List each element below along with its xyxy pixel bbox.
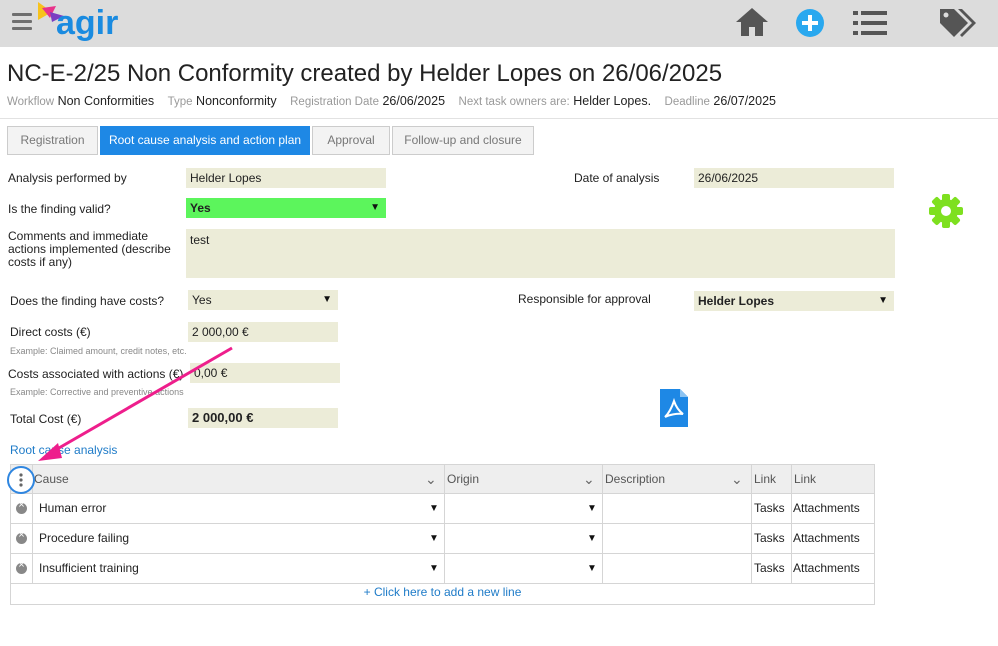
chevron-down-icon: ▼: [322, 294, 332, 305]
analysis-by-field[interactable]: Helder Lopes: [186, 168, 386, 188]
record-meta: Workflow Non Conformities Type Nonconfor…: [7, 94, 786, 108]
table-row: Procedure failing ▼ ▼ Tasks Attachments: [11, 524, 874, 554]
workflow-label: Workflow: [7, 96, 55, 108]
chevron-down-icon[interactable]: ▼: [429, 533, 439, 544]
page-title: NC-E-2/25 Non Conformity created by Held…: [7, 60, 723, 87]
tab-root-cause[interactable]: Root cause analysis and action plan: [100, 126, 310, 155]
table-header: Cause ⌄ Origin ⌄ Description ⌄ Link Link: [11, 465, 874, 494]
has-costs-label: Does the finding have costs?: [10, 294, 165, 308]
tags-icon[interactable]: [938, 7, 976, 37]
has-costs-select[interactable]: Yes ▼: [188, 290, 338, 310]
tasks-link[interactable]: Tasks: [754, 554, 785, 583]
has-costs-value: Yes: [192, 293, 212, 307]
type-value: Nonconformity: [196, 94, 277, 108]
chevron-down-icon: ▼: [878, 295, 888, 306]
logo-text: agir: [56, 4, 119, 42]
divider: [0, 118, 998, 119]
analysis-by-label: Analysis performed by: [8, 171, 127, 185]
date-of-analysis-field[interactable]: 26/06/2025: [694, 168, 894, 188]
responsible-value: Helder Lopes: [698, 294, 775, 308]
cause-select[interactable]: Procedure failing: [39, 524, 129, 553]
column-header-cause[interactable]: Cause: [34, 465, 69, 494]
add-line-button[interactable]: + Click here to add a new line: [11, 585, 874, 599]
comments-label-line: costs if any): [8, 255, 73, 269]
responsible-select[interactable]: Helder Lopes ▼: [694, 291, 894, 311]
finding-valid-value: Yes: [190, 201, 211, 215]
deadline-value: 26/07/2025: [713, 94, 776, 108]
chevron-down-icon[interactable]: ▼: [429, 503, 439, 514]
root-cause-table: Cause ⌄ Origin ⌄ Description ⌄ Link Link…: [10, 464, 875, 605]
chevron-down-icon[interactable]: ▼: [587, 503, 597, 514]
remove-row-icon[interactable]: [16, 499, 27, 514]
add-circle-icon[interactable]: [795, 8, 825, 38]
chevron-down-icon[interactable]: ▼: [587, 563, 597, 574]
total-cost-label: Total Cost (€): [10, 412, 82, 426]
column-header-description[interactable]: Description: [605, 465, 665, 494]
type-label: Type: [167, 96, 193, 108]
responsible-label: Responsible for approval: [518, 292, 651, 306]
column-options-icon[interactable]: [6, 465, 38, 497]
deadline-label: Deadline: [664, 96, 710, 108]
registration-date-value: 26/06/2025: [382, 94, 446, 108]
direct-costs-field[interactable]: 2 000,00 €: [188, 322, 338, 342]
attachments-link[interactable]: Attachments: [793, 524, 860, 553]
tab-follow-up[interactable]: Follow-up and closure: [392, 126, 534, 155]
comments-textarea[interactable]: test: [186, 229, 895, 278]
attachments-link[interactable]: Attachments: [793, 554, 860, 583]
root-cause-analysis-link[interactable]: Root cause analysis: [10, 443, 117, 457]
chevron-down-icon[interactable]: ⌄: [731, 471, 743, 488]
chevron-down-icon[interactable]: ⌄: [583, 471, 595, 488]
app-logo[interactable]: agir: [38, 2, 128, 46]
chevron-down-icon[interactable]: ▼: [429, 563, 439, 574]
column-header-origin[interactable]: Origin: [447, 465, 479, 494]
direct-costs-hint: Example: Claimed amount, credit notes, e…: [10, 346, 187, 356]
finding-valid-label: Is the finding valid?: [8, 202, 111, 216]
table-row: Insufficient training ▼ ▼ Tasks Attachme…: [11, 554, 874, 584]
cause-select[interactable]: Human error: [39, 494, 106, 523]
date-of-analysis-label: Date of analysis: [574, 171, 660, 185]
finding-valid-select[interactable]: Yes ▼: [186, 198, 386, 218]
action-costs-field[interactable]: 0,00 €: [190, 363, 340, 383]
pdf-icon[interactable]: [660, 389, 688, 427]
comments-label: Comments and immediate actions implement…: [8, 230, 171, 269]
remove-row-icon[interactable]: [16, 529, 27, 544]
column-header-link-attachments: Link: [794, 472, 817, 486]
registration-date-label: Registration Date: [290, 96, 379, 108]
total-cost-value: 2 000,00 €: [188, 408, 338, 428]
chevron-down-icon[interactable]: ▼: [587, 533, 597, 544]
tasks-link[interactable]: Tasks: [754, 524, 785, 553]
cause-select[interactable]: Insufficient training: [39, 554, 139, 583]
action-costs-label: Costs associated with actions (€): [8, 367, 184, 381]
list-icon[interactable]: [853, 10, 887, 36]
task-owners-label: Next task owners are:: [458, 96, 570, 108]
chevron-down-icon: ▼: [370, 202, 380, 213]
tasks-link[interactable]: Tasks: [754, 494, 785, 523]
tab-registration[interactable]: Registration: [7, 126, 98, 155]
home-icon[interactable]: [734, 6, 770, 38]
menu-icon[interactable]: [12, 13, 32, 31]
action-costs-hint: Example: Corrective and preventive actio…: [10, 387, 184, 397]
chevron-down-icon[interactable]: ⌄: [425, 471, 437, 488]
task-owners-value: Helder Lopes.: [573, 94, 652, 108]
tab-approval[interactable]: Approval: [312, 126, 390, 155]
attachments-link[interactable]: Attachments: [793, 494, 860, 523]
direct-costs-label: Direct costs (€): [10, 325, 91, 339]
column-header-link-tasks: Link: [754, 472, 777, 486]
table-row: Human error ▼ ▼ Tasks Attachments: [11, 494, 874, 524]
workflow-value: Non Conformities: [57, 94, 155, 108]
remove-row-icon[interactable]: [16, 559, 27, 574]
gear-icon[interactable]: [928, 193, 964, 229]
top-bar: agir: [0, 0, 998, 47]
